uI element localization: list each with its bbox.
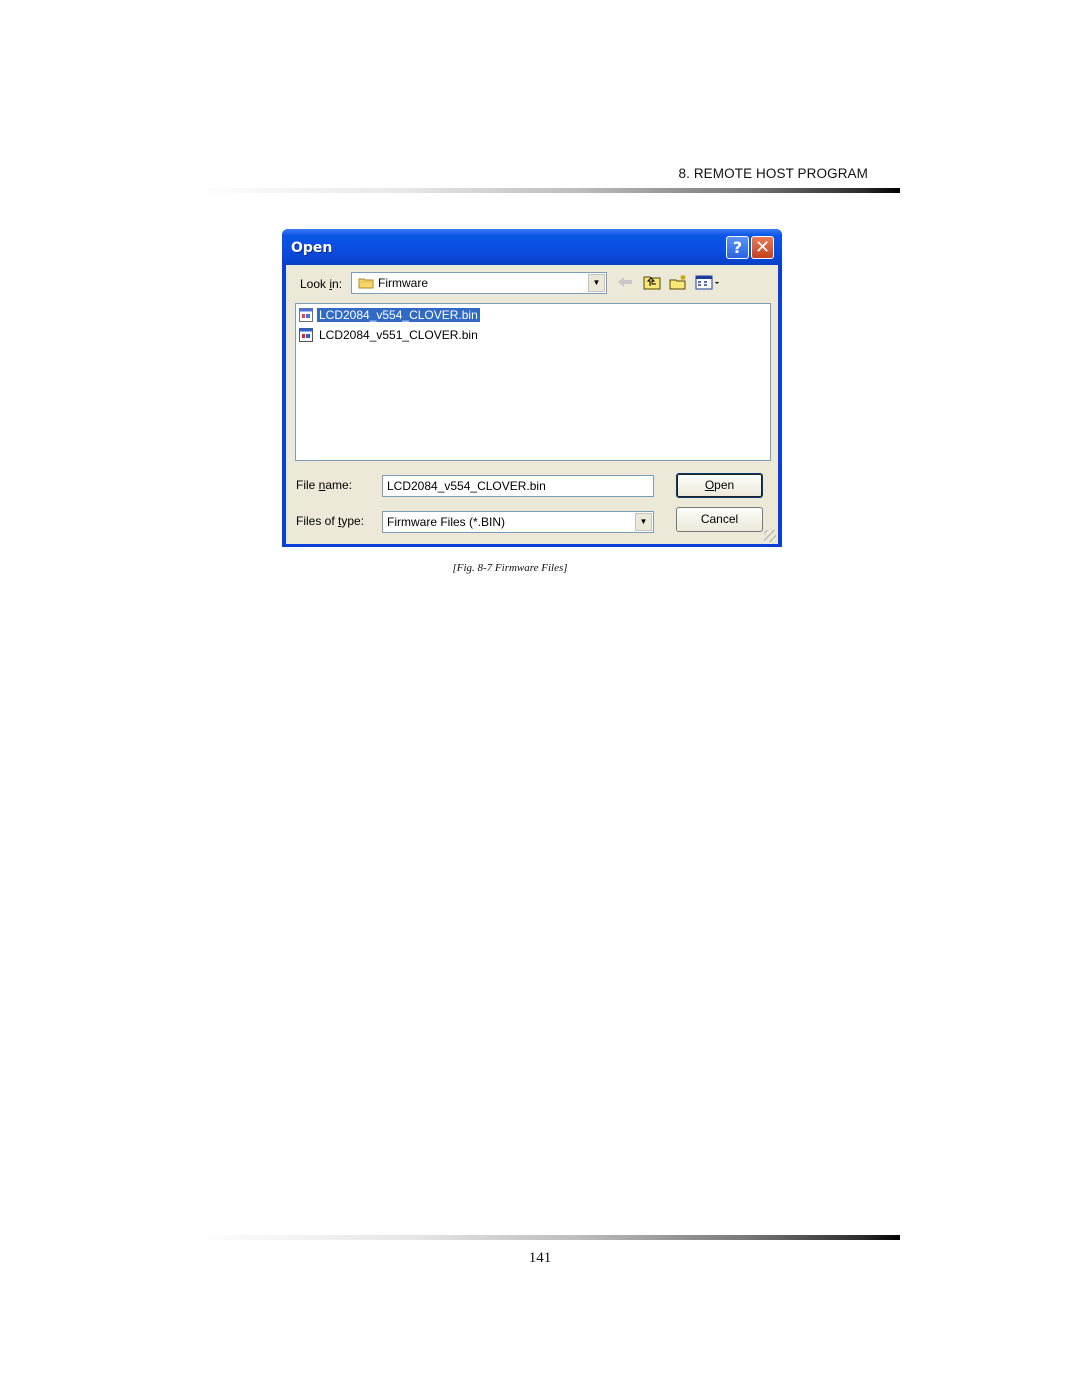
- up-folder-icon[interactable]: [643, 274, 661, 290]
- dialog-title: Open: [291, 240, 333, 256]
- resize-grip[interactable]: [764, 530, 776, 542]
- view-menu-icon[interactable]: [695, 274, 721, 290]
- file-icon: [299, 308, 313, 322]
- new-folder-icon[interactable]: [669, 274, 687, 290]
- file-type-label: Files of type:: [296, 514, 365, 528]
- dialog-titlebar[interactable]: Open ? ✕: [282, 229, 782, 265]
- header-rule: [190, 188, 900, 193]
- footer-rule: [190, 1235, 900, 1240]
- folder-icon: [358, 278, 374, 289]
- look-in-value: Firmware: [378, 276, 428, 290]
- file-name-label: File name:: [296, 478, 353, 492]
- look-in-label: Look in:: [300, 277, 343, 291]
- back-icon[interactable]: [616, 274, 634, 290]
- figure-caption: [Fig. 8-7 Firmware Files]: [452, 562, 568, 574]
- help-button[interactable]: ?: [726, 236, 749, 259]
- file-type-dropdown[interactable]: Firmware Files (*.BIN) ▼: [382, 511, 654, 533]
- open-dialog: Open ? ✕ Look in: Firmware ▼ LCD2084_v55…: [282, 229, 782, 547]
- page-number: 141: [528, 1250, 552, 1266]
- chevron-down-icon[interactable]: ▼: [635, 513, 652, 531]
- dialog-body: Look in: Firmware ▼ LCD2084_v554_CLOVER.…: [286, 265, 778, 544]
- look-in-dropdown[interactable]: Firmware ▼: [351, 272, 607, 294]
- chevron-down-icon[interactable]: ▼: [588, 274, 605, 292]
- file-icon: [299, 328, 313, 342]
- cancel-button[interactable]: Cancel: [676, 507, 763, 532]
- file-name: LCD2084_v551_CLOVER.bin: [319, 328, 478, 342]
- close-button[interactable]: ✕: [751, 236, 774, 259]
- file-name-input[interactable]: LCD2084_v554_CLOVER.bin: [382, 475, 654, 497]
- section-title: 8. REMOTE HOST PROGRAM: [678, 166, 868, 181]
- open-button[interactable]: Open: [676, 473, 763, 498]
- file-name: LCD2084_v554_CLOVER.bin: [316, 307, 481, 323]
- file-list[interactable]: LCD2084_v554_CLOVER.bin LCD2084_v551_CLO…: [295, 303, 771, 461]
